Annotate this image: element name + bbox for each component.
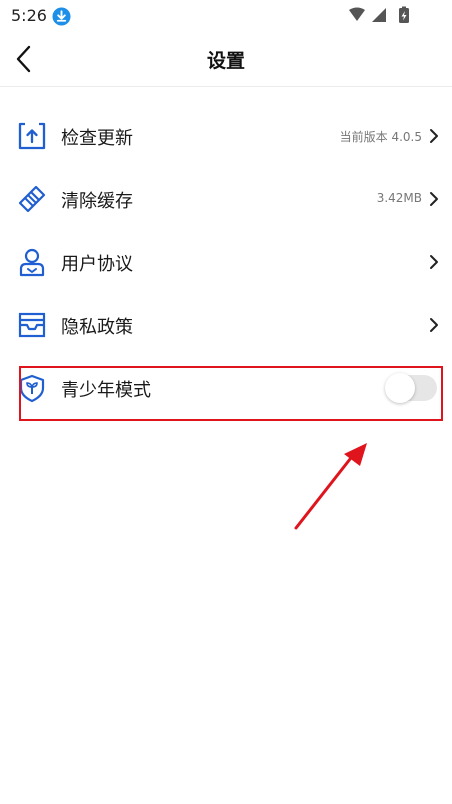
upload-icon	[18, 122, 46, 150]
privacy-policy-label: 隐私政策	[61, 317, 133, 338]
annotation-arrow-icon	[294, 443, 367, 530]
status-time: 5:26	[11, 6, 47, 25]
download-notification-icon	[52, 7, 71, 26]
user-agreement-row[interactable]: 用户协议	[0, 232, 452, 292]
chevron-right-icon	[430, 129, 438, 143]
tray-icon	[18, 312, 46, 338]
current-version-text: 当前版本 4.0.5	[339, 130, 422, 144]
broom-icon	[18, 185, 46, 213]
check-update-label: 检查更新	[61, 128, 133, 149]
check-update-row[interactable]: 检查更新 当前版本 4.0.5	[0, 106, 452, 166]
signal-icon	[372, 8, 386, 22]
page-title: 设置	[206, 50, 245, 72]
wifi-icon	[349, 7, 365, 21]
clear-cache-label: 清除缓存	[61, 191, 133, 212]
status-bar: 5:26	[0, 0, 452, 32]
clear-cache-row[interactable]: 清除缓存 3.42MB	[0, 169, 452, 229]
privacy-policy-row[interactable]: 隐私政策	[0, 295, 452, 355]
highlight-annotation-box	[19, 366, 443, 421]
top-app-bar: 设置	[0, 32, 452, 87]
cache-size-text: 3.42MB	[376, 191, 422, 205]
user-agreement-label: 用户协议	[61, 254, 133, 275]
system-status-icons	[349, 6, 409, 23]
chevron-right-icon	[430, 192, 438, 206]
battery-icon	[399, 6, 409, 23]
chevron-right-icon	[430, 318, 438, 332]
user-icon	[19, 248, 45, 277]
chevron-right-icon	[430, 255, 438, 269]
